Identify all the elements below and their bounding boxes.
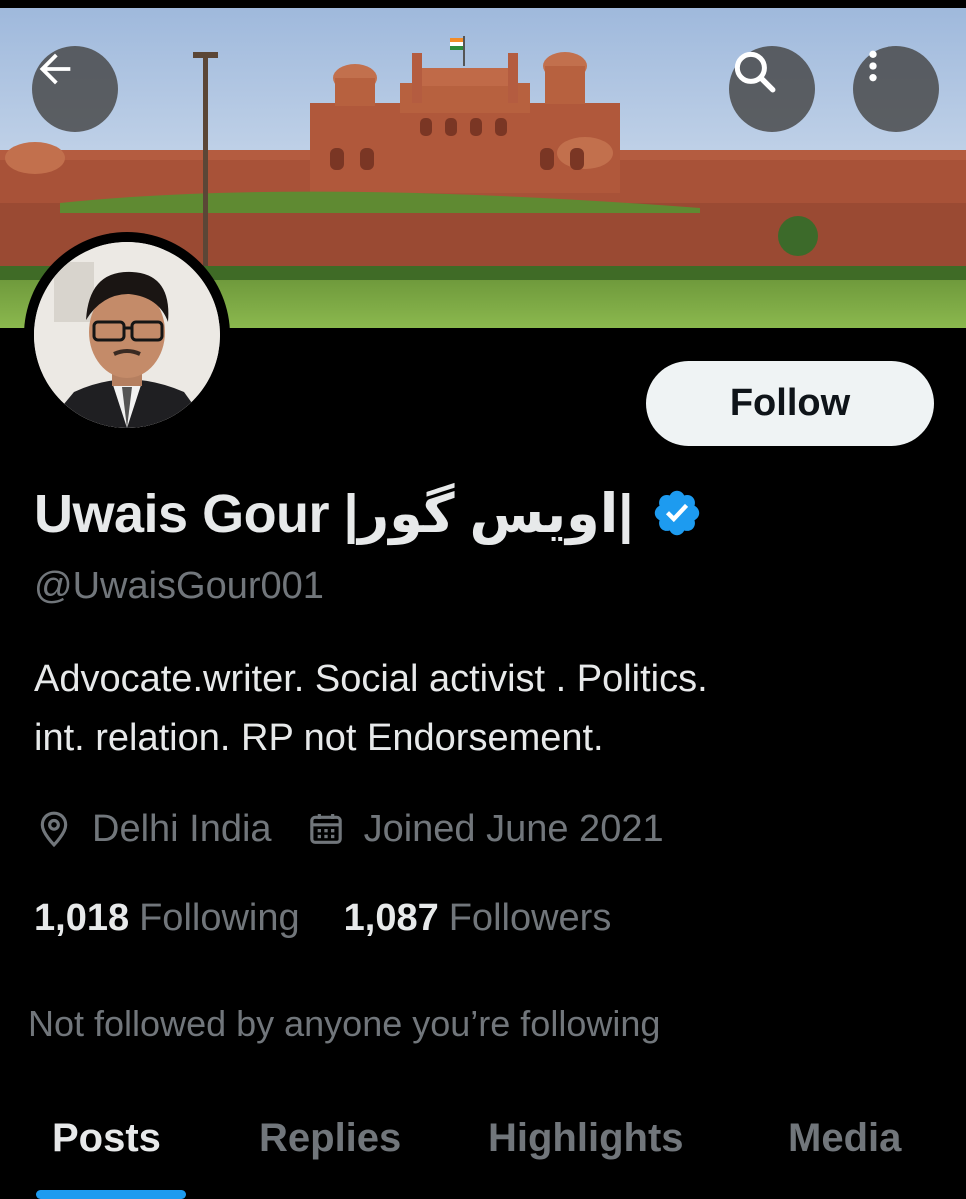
followers-label: Followers <box>448 896 612 939</box>
mutuals-text: Not followed by anyone you’re following <box>28 1003 661 1044</box>
following-count: 1,018 <box>34 896 130 939</box>
profile-tabs: Posts Replies Highlights Media <box>0 1112 966 1199</box>
tab-posts[interactable]: Posts <box>52 1116 161 1161</box>
verified-badge-icon[interactable] <box>651 487 703 539</box>
bio-line: int. relation. RP not Endorsement. <box>34 717 604 759</box>
profile-meta: Delhi India Joined June 2021 <box>34 803 698 855</box>
tab-media[interactable]: Media <box>788 1116 901 1161</box>
joined-item: Joined June 2021 <box>306 808 664 851</box>
location-pin-icon <box>40 811 68 848</box>
avatar[interactable] <box>24 232 230 438</box>
tab-replies[interactable]: Replies <box>259 1116 401 1161</box>
tab-highlights[interactable]: Highlights <box>488 1116 684 1161</box>
display-name: Uwais Gour |اویس گور| <box>34 483 634 544</box>
active-tab-indicator <box>36 1190 186 1199</box>
profile-name-row: Uwais Gour |اویس گور| <box>34 478 703 548</box>
calendar-icon <box>309 814 342 844</box>
more-options-button[interactable] <box>853 46 939 132</box>
following-label: Following <box>139 896 300 939</box>
search-button[interactable] <box>729 46 815 132</box>
bio-line: Advocate.writer. Social activist . Polit… <box>34 658 708 700</box>
arrow-left-icon <box>39 53 71 85</box>
back-button[interactable] <box>32 46 118 132</box>
followers-count: 1,087 <box>343 896 439 939</box>
following-link[interactable]: 1,018 Following <box>34 897 300 940</box>
profile-stats: 1,018 Following 1,087 Followers <box>34 892 655 944</box>
follow-button[interactable]: Follow <box>646 361 934 446</box>
profile-bio: Advocate.writer. Social activist . Polit… <box>34 650 934 768</box>
joined-text: Joined June 2021 <box>363 807 664 850</box>
search-icon <box>734 51 776 93</box>
location-text: Delhi India <box>92 807 272 850</box>
followers-link[interactable]: 1,087 Followers <box>344 897 612 940</box>
profile-handle: @UwaisGour001 <box>34 565 324 607</box>
avatar-image <box>34 242 220 428</box>
location-item: Delhi India <box>34 808 272 851</box>
more-vertical-icon <box>869 50 877 82</box>
status-strip <box>0 0 966 8</box>
